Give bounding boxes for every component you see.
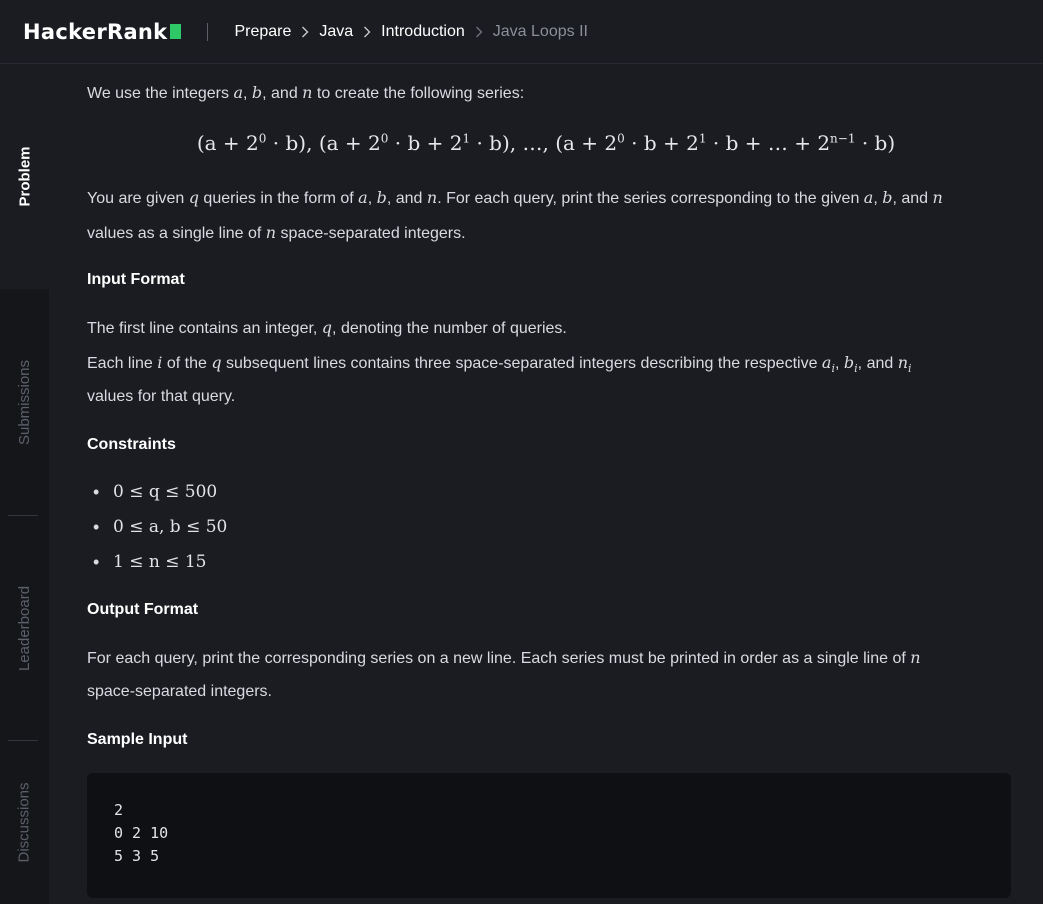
- text: The first line contains an integer,: [87, 320, 322, 337]
- sample-input-line: 0 2 10: [114, 824, 169, 842]
- constraints-list: 0 ≤ q ≤ 500 0 ≤ a, b ≤ 50 1 ≤ n ≤ 15: [91, 482, 227, 587]
- input-format-line-3: values for that query.: [87, 388, 236, 405]
- sample-input-line: 5 3 5: [114, 847, 160, 865]
- tab-submissions[interactable]: Submissions: [0, 289, 49, 515]
- tab-discussions[interactable]: Discussions: [0, 741, 49, 904]
- breadcrumb-current-page: Java Loops II: [492, 22, 588, 40]
- text: ,: [367, 190, 377, 207]
- math-var: n: [302, 83, 313, 102]
- math-var: q: [211, 353, 222, 372]
- text: , and: [857, 355, 898, 372]
- text: . For each query, print the series corre…: [437, 190, 864, 207]
- breadcrumb-introduction[interactable]: Introduction: [381, 23, 465, 41]
- math-var: a: [233, 83, 243, 102]
- text: , and: [386, 190, 427, 207]
- input-format-line-2: Each line i of the q subsequent lines co…: [87, 353, 912, 375]
- output-format-line-2: space-separated integers.: [87, 683, 272, 700]
- formula-part: · b), (a + 2: [266, 131, 381, 155]
- series-formula: (a + 20 · b), (a + 20 · b + 21 · b), …, …: [49, 131, 1043, 155]
- sample-input-line: 2: [114, 801, 124, 819]
- breadcrumb-java[interactable]: Java: [319, 23, 353, 41]
- math-var: b: [843, 353, 855, 372]
- top-navbar: HackerRank Prepare Java Introduction Jav…: [0, 0, 1043, 64]
- description-line-1: You are given q queries in the form of a…: [87, 188, 943, 208]
- text: You are given: [87, 190, 189, 207]
- tab-discussions-label: Discussions: [16, 782, 33, 863]
- formula-exponent: 0: [617, 131, 625, 146]
- tab-leaderboard-label: Leaderboard: [16, 585, 34, 671]
- tab-problem[interactable]: Problem: [0, 64, 49, 289]
- text: subsequent lines contains three space-se…: [221, 355, 822, 372]
- text: ,: [835, 355, 844, 372]
- math-var: a: [863, 188, 874, 207]
- sample-input-heading: Sample Input: [87, 731, 188, 748]
- text: queries in the form of: [198, 190, 359, 207]
- text: , and: [262, 85, 303, 102]
- math-var: b: [376, 188, 387, 207]
- formula-part: · b + … + 2: [706, 131, 831, 155]
- breadcrumb: Prepare Java Introduction Java Loops II: [234, 23, 588, 41]
- hackerrank-logo[interactable]: HackerRank: [23, 19, 182, 44]
- text: ,: [243, 85, 252, 102]
- math-var: b: [882, 188, 893, 207]
- math-var: n: [897, 353, 909, 372]
- formula-part: · b): [855, 131, 896, 155]
- description-line-2: values as a single line of n space-separ…: [87, 223, 466, 243]
- text: to create the following series:: [312, 85, 525, 102]
- input-format-line-1: The first line contains an integer, q, d…: [87, 318, 567, 338]
- formula-exponent: n−1: [830, 131, 856, 146]
- logo-green-block-icon: [170, 24, 182, 39]
- text: , denoting the number of queries.: [332, 320, 567, 337]
- math-var: n: [932, 188, 943, 207]
- math-var: n: [426, 188, 438, 207]
- math-subscript: i: [908, 362, 912, 376]
- chevron-right-icon: [353, 26, 381, 38]
- formula-part: (a + 2: [196, 131, 259, 155]
- math-var: q: [321, 318, 333, 337]
- nav-divider: [207, 22, 209, 41]
- formula-part: · b + 2: [388, 131, 463, 155]
- math-var: n: [910, 648, 921, 667]
- breadcrumb-prepare[interactable]: Prepare: [234, 23, 291, 41]
- formula-part: · b), …, (a + 2: [470, 131, 618, 155]
- math-var: b: [251, 83, 263, 102]
- text: of the: [162, 355, 212, 372]
- constraint-item: 0 ≤ q ≤ 500: [91, 482, 227, 517]
- intro-text: We use the integers a, b, and n to creat…: [87, 83, 524, 103]
- math-var: q: [188, 188, 199, 207]
- formula-exponent: 1: [462, 131, 471, 146]
- constraint-item: 0 ≤ a, b ≤ 50: [91, 517, 227, 552]
- formula-part: · b + 2: [624, 131, 699, 155]
- formula-exponent: 1: [698, 131, 707, 146]
- sample-input-code-block[interactable]: 2 0 2 10 5 3 5: [87, 773, 1011, 898]
- text: Each line: [87, 355, 158, 372]
- text: For each query, print the corresponding …: [87, 650, 911, 667]
- tab-submissions-label: Submissions: [16, 359, 34, 445]
- math-var: a: [358, 188, 368, 207]
- tab-leaderboard[interactable]: Leaderboard: [0, 516, 49, 740]
- math-var: n: [265, 223, 277, 242]
- side-tabs: Problem Submissions Leaderboard Discussi…: [0, 64, 49, 904]
- text: , and: [892, 190, 933, 207]
- chevron-right-icon: [291, 26, 319, 38]
- problem-statement: We use the integers a, b, and n to creat…: [49, 64, 1043, 904]
- text: ,: [873, 190, 883, 207]
- output-format-heading: Output Format: [87, 601, 199, 618]
- text: space-separated integers.: [276, 225, 466, 242]
- output-format-line-1: For each query, print the corresponding …: [87, 648, 921, 668]
- constraint-item: 1 ≤ n ≤ 15: [91, 552, 227, 587]
- constraints-heading: Constraints: [87, 436, 176, 453]
- text: We use the integers: [87, 85, 234, 102]
- tab-problem-label: Problem: [16, 146, 34, 207]
- input-format-heading: Input Format: [87, 271, 185, 288]
- chevron-right-icon: [465, 26, 493, 38]
- logo-text: HackerRank: [23, 19, 168, 44]
- text: values as a single line of: [87, 225, 266, 242]
